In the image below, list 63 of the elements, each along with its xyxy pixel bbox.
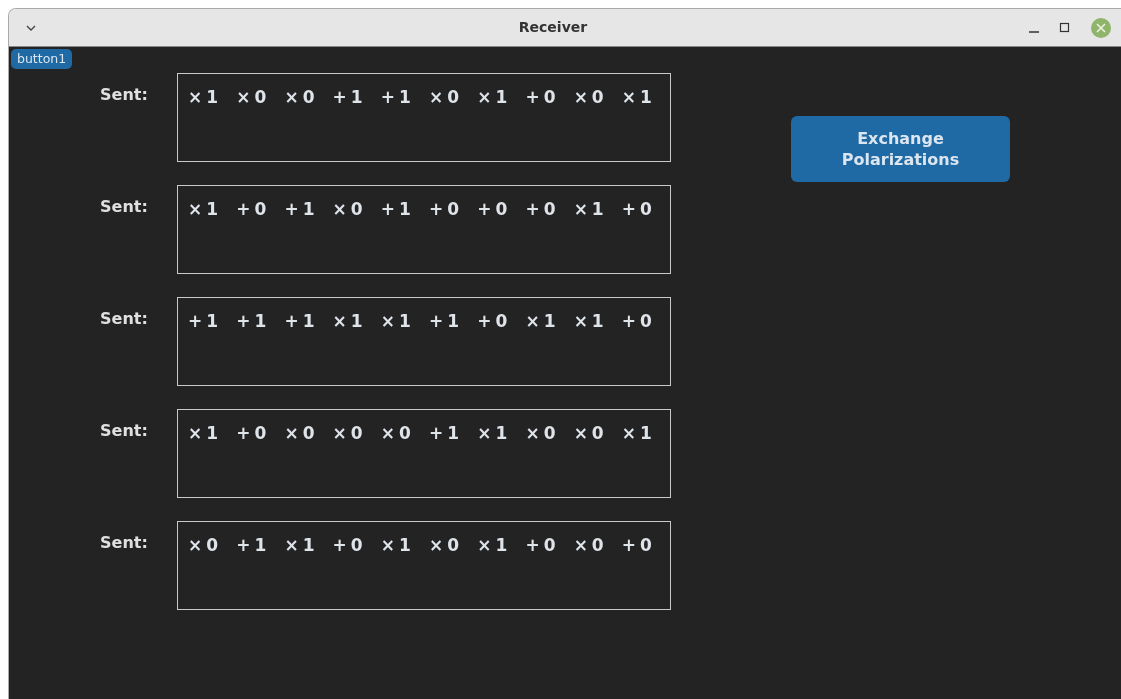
- minimize-icon: [1029, 30, 1039, 33]
- bit-value: ×1: [332, 310, 368, 333]
- bit-value: +1: [332, 86, 368, 109]
- bit-value: ×1: [188, 86, 224, 109]
- bit-value: ×0: [236, 86, 272, 109]
- bit-value: ×1: [525, 310, 561, 333]
- bit-value: ×0: [573, 534, 609, 557]
- bit-value: ×1: [573, 310, 609, 333]
- exchange-polarizations-button[interactable]: Exchange Polarizations: [791, 116, 1010, 182]
- bit-value: ×0: [429, 534, 465, 557]
- bit-value: +0: [525, 534, 561, 557]
- bit-value: ×1: [188, 422, 224, 445]
- bit-value: +1: [236, 310, 272, 333]
- maximize-button[interactable]: [1059, 21, 1071, 34]
- bit-value: ×1: [380, 310, 416, 333]
- bit-value: +1: [284, 310, 320, 333]
- bit-value: ×0: [380, 422, 416, 445]
- bit-value: ×0: [573, 86, 609, 109]
- maximize-icon: [1059, 21, 1071, 34]
- close-icon: [1091, 17, 1111, 38]
- bit-value: +0: [525, 86, 561, 109]
- bit-value: ×1: [477, 422, 513, 445]
- bit-value: +1: [188, 310, 224, 333]
- bit-value: ×1: [621, 86, 657, 109]
- bit-value: ×0: [284, 422, 320, 445]
- bit-value: ×1: [477, 86, 513, 109]
- bit-value: ×0: [573, 422, 609, 445]
- bit-value: +0: [477, 198, 513, 221]
- bit-value: +0: [525, 198, 561, 221]
- sent-label: Sent:: [99, 308, 149, 330]
- bit-value: +1: [380, 198, 416, 221]
- bit-value: +1: [380, 86, 416, 109]
- bit-value: +0: [621, 534, 657, 557]
- bit-value: +0: [236, 422, 272, 445]
- bit-value: +1: [236, 534, 272, 557]
- bit-value: +1: [429, 422, 465, 445]
- bit-value: ×0: [188, 534, 224, 557]
- bit-value: ×1: [380, 534, 416, 557]
- bit-value: +0: [429, 198, 465, 221]
- bit-value: +0: [621, 198, 657, 221]
- bit-value: ×0: [332, 198, 368, 221]
- bit-value: +0: [621, 310, 657, 333]
- menu-chevron-icon[interactable]: [25, 23, 37, 32]
- bit-value: +0: [332, 534, 368, 557]
- bit-value: +0: [477, 310, 513, 333]
- sent-label: Sent:: [99, 84, 149, 106]
- bit-value: ×0: [284, 86, 320, 109]
- sent-label: Sent:: [99, 196, 149, 218]
- sent-label: Sent:: [99, 532, 149, 554]
- bit-value: +1: [284, 198, 320, 221]
- bit-value: ×1: [573, 198, 609, 221]
- bit-value: ×1: [188, 198, 224, 221]
- bit-value: +1: [429, 310, 465, 333]
- corner-button[interactable]: button1: [11, 49, 73, 69]
- bit-value: +0: [236, 198, 272, 221]
- sent-label: Sent:: [99, 420, 149, 442]
- bit-value: ×0: [332, 422, 368, 445]
- bit-value: ×1: [284, 534, 320, 557]
- bit-value: ×0: [525, 422, 561, 445]
- window-title: Receiver: [517, 18, 589, 37]
- bit-value: ×1: [477, 534, 513, 557]
- bit-value: ×0: [429, 86, 465, 109]
- bit-value: ×1: [621, 422, 657, 445]
